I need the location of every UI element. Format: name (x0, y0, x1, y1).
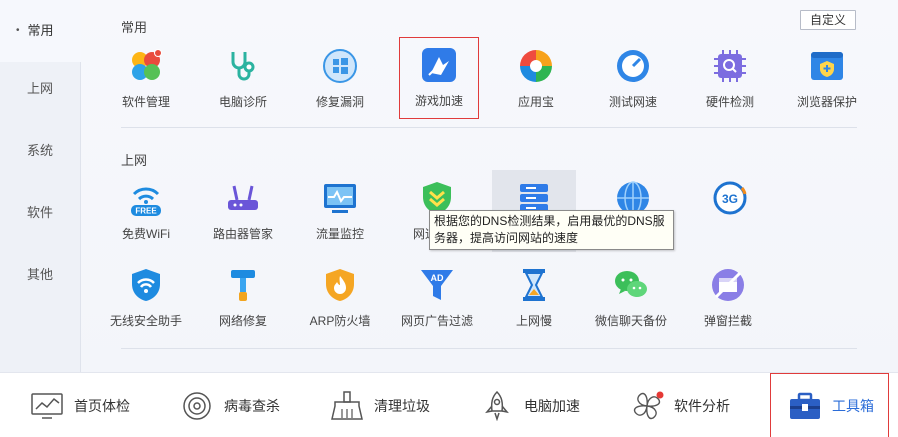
tool-fix-vulnerability[interactable]: 修复漏洞 (300, 38, 380, 118)
app-store-icon (520, 50, 552, 82)
tool-label: 修复漏洞 (315, 95, 364, 109)
sidebar-item-label: 软件 (26, 205, 53, 220)
svg-text:3G: 3G (722, 192, 738, 206)
nav-label: 电脑加速 (524, 397, 580, 414)
nav-clean-junk[interactable]: 清理垃圾 (330, 373, 450, 437)
tool-panel: 常用 自定义 软件管理 电脑诊所 修复漏洞 游戏加速 应用宝 测试网速 硬件检测… (81, 0, 898, 372)
3g-icon: 3G (713, 181, 747, 215)
toolbox-icon (790, 392, 820, 419)
tool-label: 微信聊天备份 (594, 314, 667, 328)
tool-ad-filter[interactable]: AD 网页广告过滤 (397, 257, 477, 337)
windows-repair-icon (323, 49, 357, 83)
nav-label: 软件分析 (674, 397, 730, 414)
tool-label: 上网慢 (515, 314, 552, 328)
nav-home-check[interactable]: 首页体检 (30, 373, 150, 437)
chip-inspect-icon (714, 50, 746, 82)
nav-pc-boost[interactable]: 电脑加速 (480, 373, 600, 437)
nav-label: 首页体检 (74, 397, 130, 414)
tool-wifi-safety[interactable]: 无线安全助手 (106, 257, 186, 337)
tool-hardware-check[interactable]: 硬件检测 (690, 38, 770, 118)
tool-label: 应用宝 (517, 95, 554, 109)
wechat-backup-icon (615, 271, 647, 297)
tool-3g[interactable]: 3G (690, 170, 770, 250)
tool-network-repair[interactable]: 网络修复 (203, 257, 283, 337)
tool-label: 游戏加速 (414, 94, 463, 108)
bottom-nav: 首页体检 病毒查杀 清理垃圾 电脑加速 软件分析 工具箱 (0, 372, 898, 437)
stethoscope-icon (231, 52, 255, 81)
tool-arp-firewall[interactable]: ARP防火墙 (300, 257, 380, 337)
monitor-chart-icon (31, 392, 63, 419)
free-wifi-icon: FREE (131, 187, 161, 216)
tool-label: 网页广告过滤 (400, 314, 473, 328)
section-title-common: 常用 (121, 20, 148, 35)
broom-icon (331, 390, 363, 420)
nav-label: 病毒查杀 (224, 397, 280, 414)
customize-button[interactable]: 自定义 (800, 10, 856, 30)
popup-block-icon (712, 269, 744, 301)
sidebar-item-internet[interactable]: 上网 (0, 58, 80, 120)
tool-label: 路由器管家 (212, 227, 273, 241)
nav-label: 工具箱 (832, 397, 874, 414)
sidebar-item-system[interactable]: 系统 (0, 120, 80, 182)
nav-virus-scan[interactable]: 病毒查杀 (180, 373, 300, 437)
tool-label: 电脑诊所 (218, 95, 267, 109)
sidebar-item-other[interactable]: 其他 (0, 244, 80, 306)
game-boost-icon (422, 48, 456, 82)
browser-protect-icon (811, 52, 843, 80)
tool-app-store[interactable]: 应用宝 (496, 38, 576, 118)
section-title-internet: 上网 (121, 153, 148, 168)
sidebar-item-common[interactable]: • 常用 (0, 0, 81, 62)
speed-test-icon (617, 50, 649, 82)
tool-game-boost[interactable]: 游戏加速 (399, 37, 479, 119)
tool-label: 浏览器保护 (796, 95, 857, 109)
software-manager-icon (132, 49, 162, 80)
hourglass-icon (523, 269, 545, 301)
tool-slow-internet[interactable]: 上网慢 (494, 257, 574, 337)
tool-router-manager[interactable]: 路由器管家 (203, 170, 283, 250)
tool-pc-clinic[interactable]: 电脑诊所 (203, 38, 283, 118)
dns-tooltip: 根据您的DNS检测结果，启用最优的DNS服务器，提高访问网站的速度 (429, 210, 674, 250)
tool-label: 弹窗拦截 (703, 314, 752, 328)
tool-browser-protect[interactable]: 浏览器保护 (787, 38, 867, 118)
tool-speed-test[interactable]: 测试网速 (593, 38, 673, 118)
tool-popup-block[interactable]: 弹窗拦截 (688, 257, 768, 337)
tool-software-manager[interactable]: 软件管理 (106, 38, 186, 118)
section-divider (121, 127, 857, 128)
sidebar-item-label: 系统 (26, 143, 53, 158)
wifi-shield-icon (132, 269, 160, 301)
virus-scan-icon (183, 391, 211, 420)
svg-text:AD: AD (431, 273, 444, 283)
section-divider (121, 348, 857, 349)
tool-label: 网络修复 (218, 314, 267, 328)
sidebar-item-label: 上网 (26, 81, 53, 96)
svg-text:FREE: FREE (135, 207, 157, 216)
tool-label: 测试网速 (608, 95, 657, 109)
tool-label: 流量监控 (315, 227, 364, 241)
nav-toolbox[interactable]: 工具箱 (770, 373, 889, 437)
tool-free-wifi[interactable]: FREE 免费WiFi (106, 170, 186, 250)
tool-traffic-monitor[interactable]: 流量监控 (300, 170, 380, 250)
tool-wechat-backup[interactable]: 微信聊天备份 (591, 257, 671, 337)
sidebar: • 常用 上网 系统 软件 其他 (0, 0, 81, 372)
nav-label: 清理垃圾 (374, 397, 430, 414)
nav-software-analysis[interactable]: 软件分析 (630, 373, 750, 437)
ad-filter-icon: AD (421, 270, 453, 300)
rocket-icon (485, 390, 509, 421)
pinwheel-icon (633, 391, 664, 419)
tool-label: 免费WiFi (122, 227, 170, 241)
sidebar-item-label: 其他 (26, 267, 53, 282)
network-repair-icon (231, 270, 255, 301)
arp-firewall-icon (326, 269, 354, 301)
router-icon (228, 185, 258, 210)
active-dot-icon: • (16, 25, 20, 36)
tool-label: 硬件检测 (705, 95, 754, 109)
traffic-monitor-icon (324, 184, 356, 213)
sidebar-item-label: 常用 (27, 23, 54, 38)
tool-label: 软件管理 (121, 95, 170, 109)
tool-label: 无线安全助手 (109, 314, 182, 328)
sidebar-item-software[interactable]: 软件 (0, 182, 80, 244)
tool-label: ARP防火墙 (309, 314, 371, 328)
